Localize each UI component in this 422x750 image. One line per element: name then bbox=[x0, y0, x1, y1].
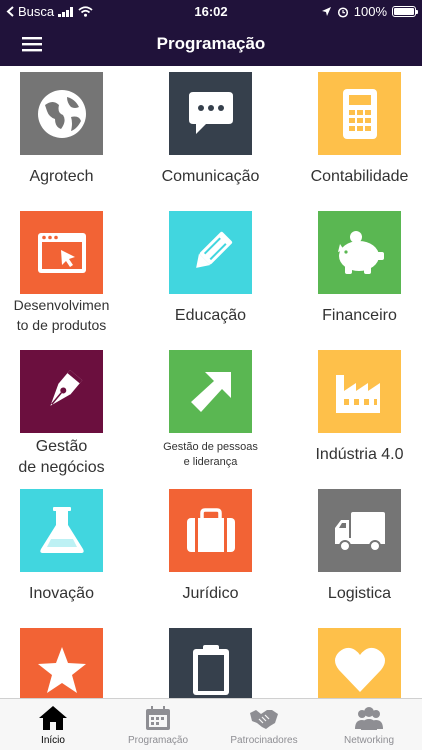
category-label: Agrotech bbox=[29, 168, 94, 185]
category-label: Contabilidade bbox=[310, 168, 409, 185]
category-tile-comunicacao[interactable]: Comunicação bbox=[149, 66, 290, 205]
category-tile-contabilidade[interactable]: Contabilidade bbox=[298, 66, 422, 205]
flask-icon bbox=[20, 489, 103, 572]
category-tile-desenvolvimento-de-produtos[interactable]: Desenvolvimen to de produtos bbox=[0, 205, 141, 344]
truck-icon bbox=[318, 489, 401, 572]
calculator-icon bbox=[318, 72, 401, 155]
briefcase-icon bbox=[169, 489, 252, 572]
category-label: Educação bbox=[174, 307, 247, 324]
category-tile-agrotech[interactable]: Agrotech bbox=[0, 66, 141, 205]
status-bar: Busca 16:02 100% bbox=[0, 0, 422, 22]
battery-level bbox=[394, 8, 414, 15]
tab-label: Patrocinadores bbox=[230, 735, 298, 746]
category-label: Jurídico bbox=[182, 585, 239, 602]
category-tile-logistica[interactable]: Logistica bbox=[298, 483, 422, 622]
factory-icon bbox=[318, 350, 401, 433]
heart-icon bbox=[318, 628, 401, 698]
category-tile-inovacao[interactable]: Inovação bbox=[0, 483, 141, 622]
battery-percentage: 100% bbox=[353, 4, 387, 19]
category-tile-gestao-de-negocios[interactable]: Gestão de negócios bbox=[0, 344, 141, 483]
category-label-line: Gestão de pessoas bbox=[163, 441, 258, 453]
home-icon bbox=[39, 706, 67, 730]
category-tile-clipboard[interactable] bbox=[149, 622, 290, 698]
status-right: 100% bbox=[321, 4, 418, 19]
category-label: Inovação bbox=[29, 585, 94, 602]
category-tile-financeiro[interactable]: Financeiro bbox=[298, 205, 422, 344]
category-tile-heart[interactable] bbox=[298, 622, 422, 698]
category-label-line: Desenvolvimen bbox=[13, 297, 110, 313]
pencil-icon bbox=[169, 211, 252, 294]
tab-bar: Início Programação Patrocinadores Networ… bbox=[0, 698, 422, 750]
nav-bar: Programação bbox=[0, 22, 422, 66]
category-label-multiline: Gestão de negócios bbox=[0, 436, 123, 478]
category-tile-industria-4-0[interactable]: Indústria 4.0 bbox=[298, 344, 422, 483]
tab-label: Networking bbox=[343, 735, 395, 746]
category-label: Indústria 4.0 bbox=[315, 446, 404, 463]
category-label-line: Gestão bbox=[35, 438, 88, 455]
category-label-line: de negócios bbox=[18, 459, 105, 476]
category-label-multiline: Gestão de pessoas e liderança bbox=[149, 440, 272, 470]
calendar-icon bbox=[146, 706, 170, 730]
star-icon bbox=[20, 628, 103, 698]
category-label-multiline: Desenvolvimen to de produtos bbox=[0, 295, 123, 335]
tab-label: Início bbox=[41, 735, 65, 746]
browser-cursor-icon bbox=[20, 211, 103, 294]
category-label: Comunicação bbox=[161, 168, 260, 185]
fountain-pen-icon bbox=[20, 350, 103, 433]
page-title: Programação bbox=[156, 34, 266, 53]
category-grid: Agrotech Comunicação Contabilidade Desen… bbox=[0, 66, 422, 698]
tab-networking[interactable]: Networking bbox=[316, 699, 422, 750]
tab-programacao[interactable]: Programação bbox=[105, 699, 211, 750]
tab-patrocinadores[interactable]: Patrocinadores bbox=[211, 699, 317, 750]
tab-label: Programação bbox=[127, 735, 189, 746]
category-label-line: to de produtos bbox=[16, 317, 107, 333]
category-label: Logistica bbox=[327, 585, 392, 602]
location-arrow-icon bbox=[321, 7, 331, 16]
arrow-up-right-icon bbox=[169, 350, 252, 433]
category-tile-juridico[interactable]: Jurídico bbox=[149, 483, 290, 622]
piggy-bank-icon bbox=[318, 211, 401, 294]
handshake-icon bbox=[250, 710, 278, 729]
category-tile-educacao[interactable]: Educação bbox=[149, 205, 290, 344]
clipboard-icon bbox=[169, 628, 252, 698]
tab-inicio[interactable]: Início bbox=[0, 699, 106, 750]
category-tile-star[interactable] bbox=[0, 622, 141, 698]
chat-bubble-icon bbox=[169, 72, 252, 155]
alarm-icon bbox=[337, 6, 348, 18]
globe-icon bbox=[20, 72, 103, 155]
category-label-line: e liderança bbox=[183, 456, 238, 468]
people-icon bbox=[355, 707, 383, 730]
category-label: Financeiro bbox=[322, 307, 397, 324]
category-tile-gestao-de-pessoas-e-lideranca[interactable]: Gestão de pessoas e liderança bbox=[149, 344, 290, 483]
battery-icon bbox=[392, 6, 418, 17]
